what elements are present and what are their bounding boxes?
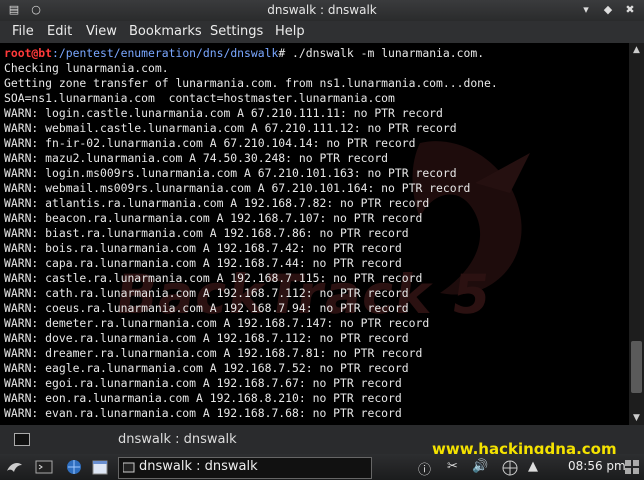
scroll-down-icon[interactable]: ▼ (629, 411, 644, 425)
menu-bar: File Edit View Bookmarks Settings Help (0, 21, 644, 43)
browser-icon[interactable] (64, 457, 84, 477)
taskbar-dnswalk-button[interactable]: dnswalk : dnswalk (118, 457, 372, 479)
terminal-line: WARN: demeter.ra.lunarmania.com A 192.16… (4, 316, 430, 330)
prompt-path: :/pentest/enumeration/dns/dnswalk (52, 46, 279, 60)
menu-view[interactable]: View (86, 24, 117, 39)
new-tab-icon[interactable] (14, 433, 30, 446)
terminal-line: Checking lunarmania.com. (4, 61, 169, 75)
window-title: dnswalk : dnswalk (267, 3, 377, 17)
clock[interactable]: 08:56 pm (568, 459, 626, 473)
menu-file[interactable]: File (12, 24, 34, 39)
terminal-scrollbar[interactable]: ▲ ▼ (629, 43, 644, 425)
minimize-menu-icon[interactable]: ▾ (578, 2, 594, 18)
scroll-up-icon[interactable]: ▲ (629, 43, 644, 57)
terminal-line: WARN: login.castle.lunarmania.com A 67.2… (4, 106, 443, 120)
terminal-line: WARN: login.ms009rs.lunarmania.com A 67.… (4, 166, 457, 180)
network-icon[interactable] (500, 458, 520, 478)
terminal-line: WARN: capa.ra.lunarmania.com A 192.168.7… (4, 256, 402, 270)
terminal-task-icon (123, 462, 135, 473)
terminal-line: WARN: castle.ra.lunarmania.com A 192.168… (4, 271, 423, 285)
klipper-scissors-icon[interactable]: ✂ (447, 459, 458, 474)
terminal-line: WARN: dreamer.ra.lunarmania.com A 192.16… (4, 346, 423, 360)
terminal-line: WARN: beacon.ra.lunarmania.com A 192.168… (4, 211, 423, 225)
prompt-command: # ./dnswalk -m lunarmania.com. (278, 46, 485, 60)
restore-icon[interactable]: ◆ (600, 2, 616, 18)
terminal-line: WARN: coeus.ra.lunarmania.com A 192.168.… (4, 301, 409, 315)
tab-dnswalk[interactable]: dnswalk : dnswalk (118, 432, 237, 447)
show-desktop-icon[interactable] (624, 459, 640, 475)
file-manager-icon[interactable] (90, 457, 110, 477)
prompt-line: root@bt:/pentest/enumeration/dns/dnswalk… (4, 46, 498, 61)
terminal-line: WARN: fn-ir-02.lunarmania.com A 67.210.1… (4, 136, 416, 150)
info-icon[interactable]: ⓘ (418, 459, 431, 478)
terminal-output[interactable]: BackTrack 5 root@bt:/pentest/enumeration… (0, 43, 629, 425)
terminal-line: WARN: cath.ra.lunarmania.com A 192.168.7… (4, 286, 409, 300)
window-titlebar: ▤ ○ dnswalk : dnswalk ▾ ◆ ✖ (0, 0, 644, 21)
terminal-line: WARN: bois.ra.lunarmania.com A 192.168.7… (4, 241, 402, 255)
terminal-line: WARN: webmail.ms009rs.lunarmania.com A 6… (4, 181, 471, 195)
terminal-line: WARN: evan.ra.lunarmania.com A 192.168.7… (4, 406, 402, 420)
menu-edit[interactable]: Edit (47, 24, 72, 39)
prompt-user: root@bt (4, 46, 53, 60)
scrollbar-thumb[interactable] (631, 341, 642, 393)
terminal-lines: root@bt:/pentest/enumeration/dns/dnswalk… (4, 46, 498, 421)
menu-bookmarks[interactable]: Bookmarks (129, 24, 202, 39)
terminal-line: WARN: mazu2.lunarmania.com A 74.50.30.24… (4, 151, 389, 165)
menu-settings[interactable]: Settings (210, 24, 263, 39)
terminal-line: WARN: biast.ra.lunarmania.com A 192.168.… (4, 226, 409, 240)
chevron-up-icon[interactable]: ▲ (528, 459, 538, 474)
terminal-line: SOA=ns1.lunarmania.com contact=hostmaste… (4, 91, 395, 105)
taskbar-task-label: dnswalk : dnswalk (139, 459, 258, 474)
terminal-line: WARN: eagle.ra.lunarmania.com A 192.168.… (4, 361, 409, 375)
terminal-line: WARN: eon.ra.lunarmania.com A 192.168.8.… (4, 391, 402, 405)
terminal-line: WARN: atlantis.ra.lunarmania.com A 192.1… (4, 196, 430, 210)
menu-help[interactable]: Help (275, 24, 305, 39)
taskbar: dnswalk : dnswalk ⓘ ✂ 🔊 ▲ 08:56 pm (0, 454, 644, 480)
terminal-line: WARN: webmail.castle.lunarmania.com A 67… (4, 121, 457, 135)
terminal-line: WARN: dove.ra.lunarmania.com A 192.168.7… (4, 331, 409, 345)
terminal-line: Getting zone transfer of lunarmania.com.… (4, 76, 498, 90)
terminal-launcher-icon[interactable] (34, 457, 54, 477)
dragon-menu-icon[interactable] (4, 457, 24, 477)
volume-icon[interactable]: 🔊 (472, 459, 488, 474)
close-icon[interactable]: ✖ (622, 2, 638, 18)
terminal-line: WARN: egoi.ra.lunarmania.com A 192.168.7… (4, 376, 402, 390)
